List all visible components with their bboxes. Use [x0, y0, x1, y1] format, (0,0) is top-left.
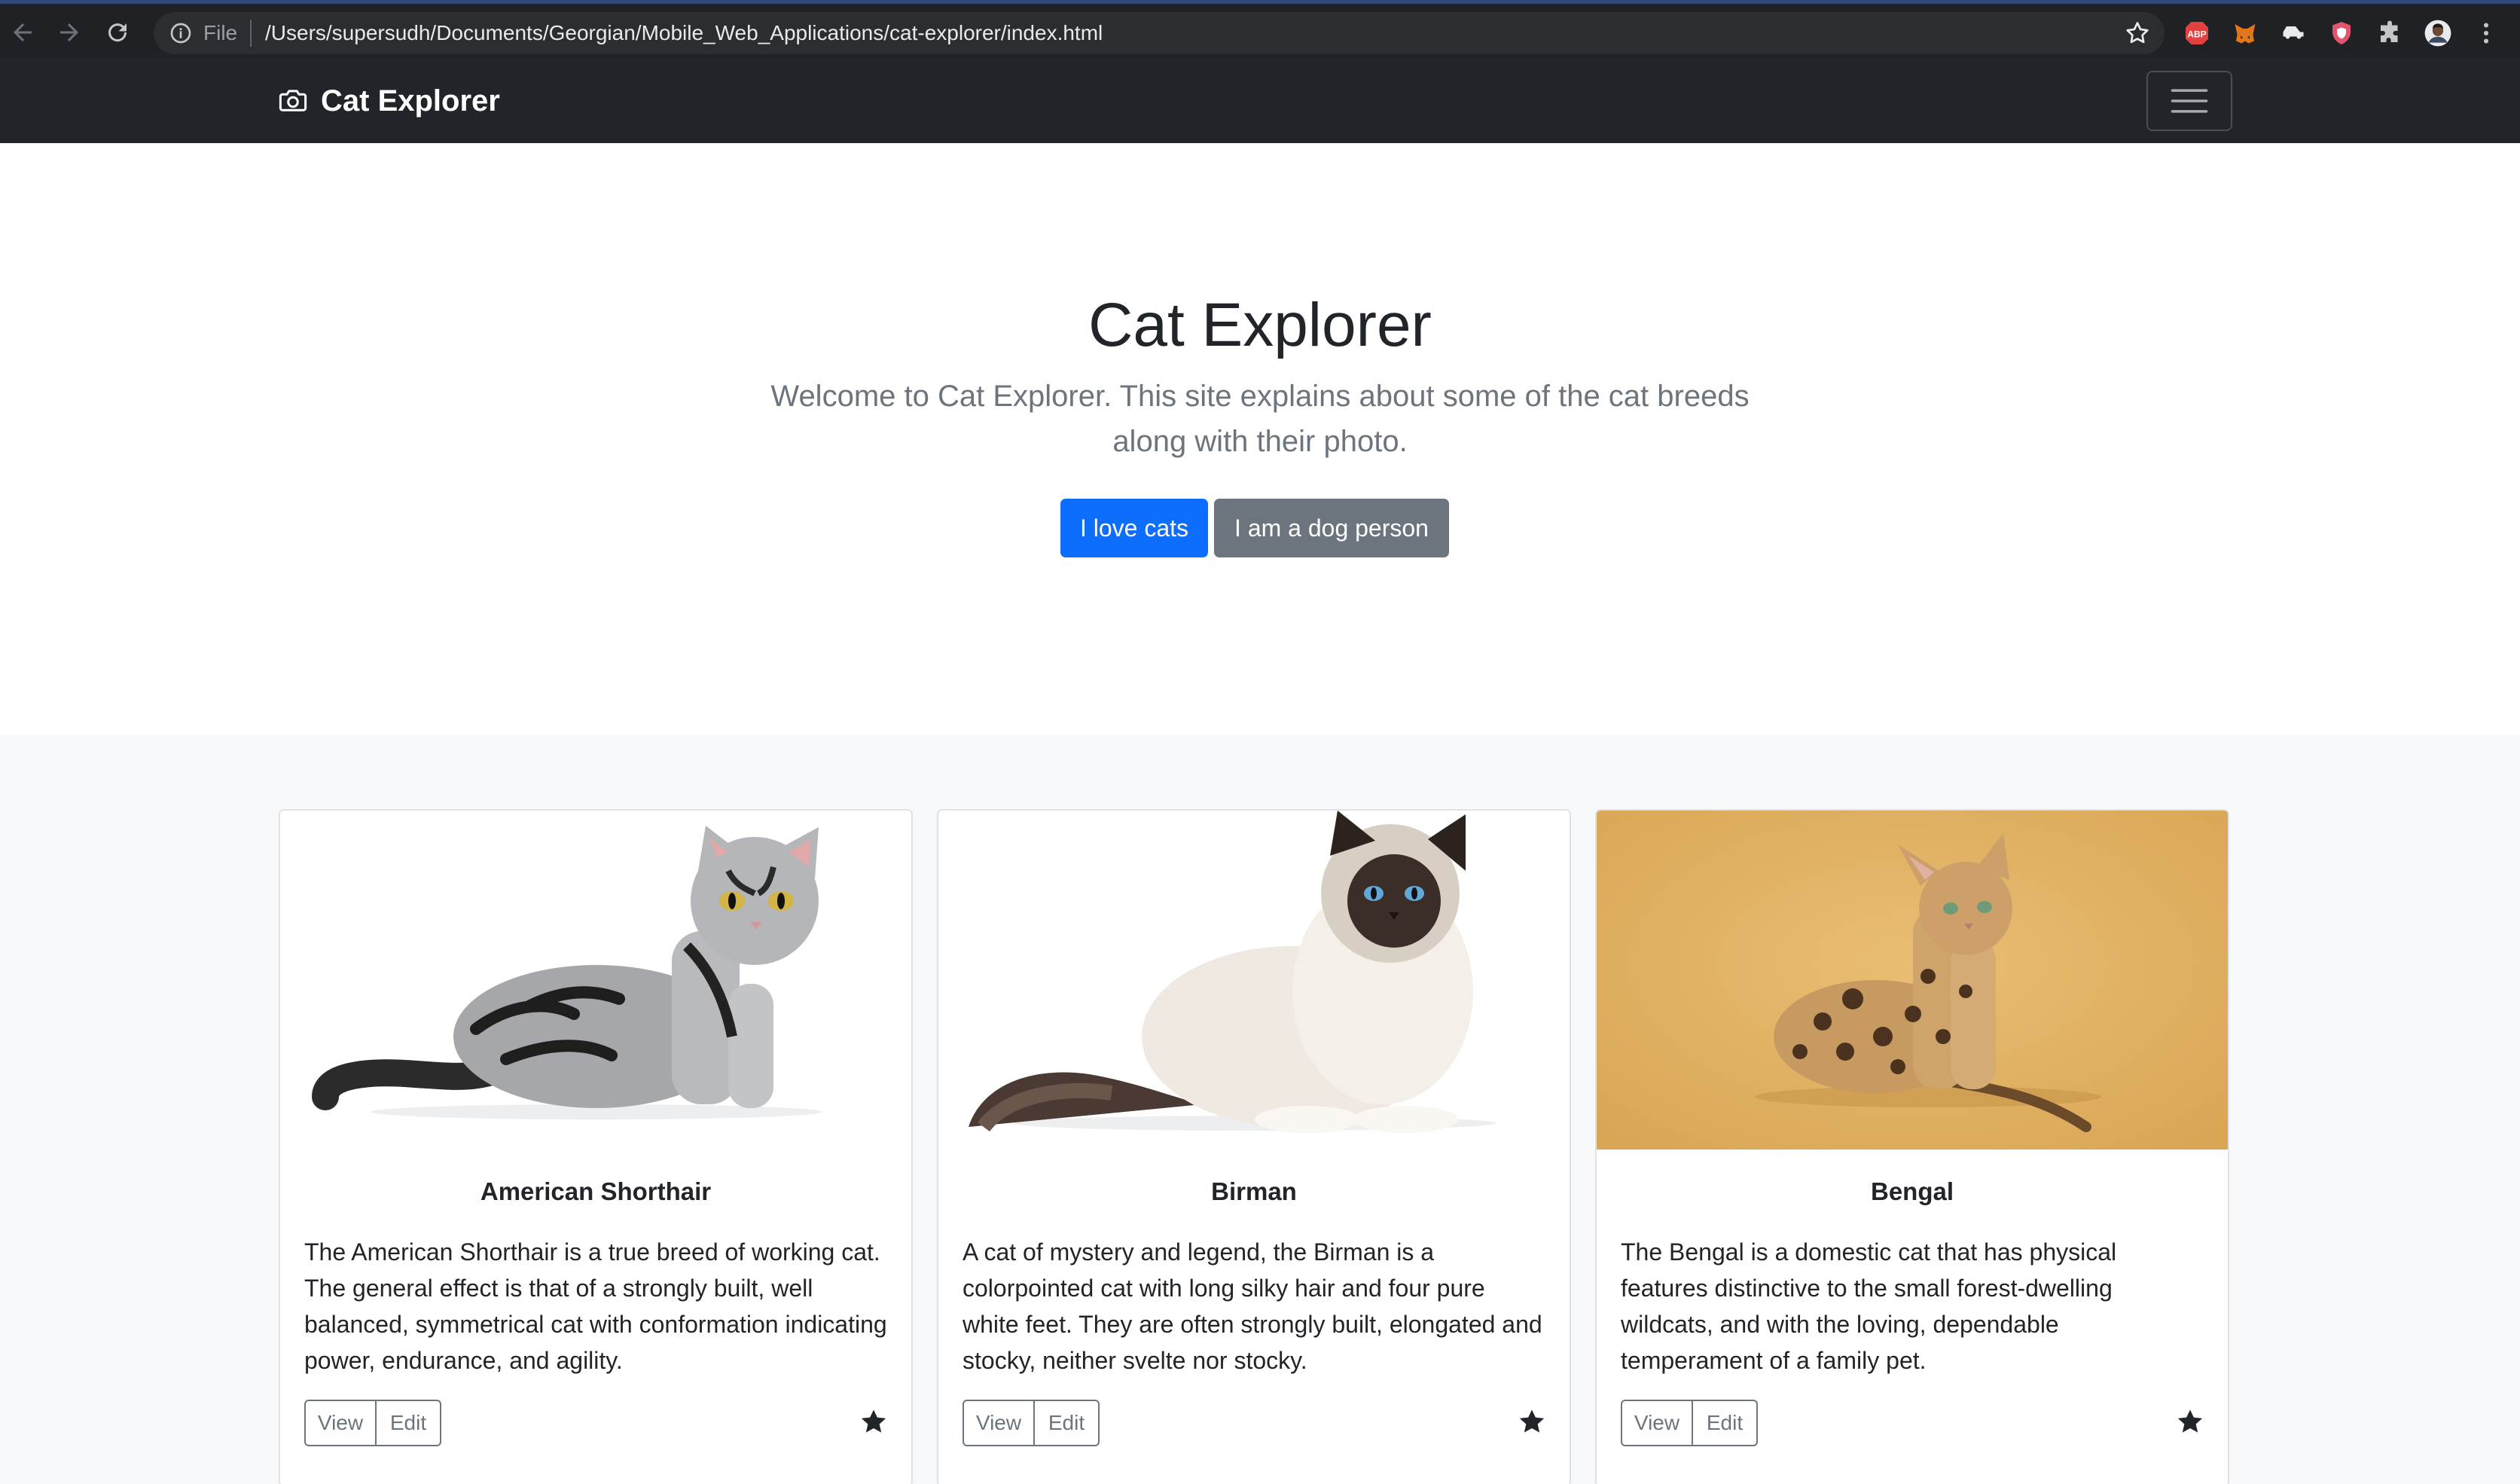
edit-button[interactable]: Edit	[377, 1400, 441, 1446]
card-text: The Bengal is a domestic cat that has ph…	[1621, 1238, 2117, 1374]
view-button[interactable]: View	[1621, 1400, 1693, 1446]
cat-image-bengal	[1597, 811, 2228, 1150]
card-text: A cat of mystery and legend, the Birman …	[963, 1238, 1542, 1374]
navbar-brand[interactable]: Cat Explorer	[277, 81, 500, 121]
view-button[interactable]: View	[304, 1400, 377, 1446]
hero-title: Cat Explorer	[1088, 291, 1432, 359]
navbar-toggler-button[interactable]	[2146, 71, 2232, 131]
card-title: Bengal	[1870, 1177, 1954, 1205]
card-american-shorthair: American Shorthair The American Shorthai…	[279, 809, 913, 1484]
card-title: American Shorthair	[480, 1177, 712, 1205]
star-icon[interactable]	[1517, 1407, 1547, 1437]
edit-button[interactable]: Edit	[1035, 1400, 1100, 1446]
card-text: The American Shorthair is a true breed o…	[304, 1238, 887, 1374]
card-birman: Birman A cat of mystery and legend, the …	[937, 809, 1571, 1484]
album-section: American Shorthair The American Shorthai…	[0, 735, 2520, 1484]
card-button-group: View Edit	[1621, 1400, 1758, 1446]
card-bengal: Bengal The Bengal is a domestic cat that…	[1595, 809, 2229, 1484]
url-text[interactable]: /Users/supersudh/Documents/Georgian/Mobi…	[265, 21, 1103, 45]
abp-label: ABP	[2187, 29, 2206, 39]
star-icon[interactable]	[859, 1407, 889, 1437]
card-button-group: View Edit	[304, 1400, 441, 1446]
card-title: Birman	[1211, 1177, 1297, 1205]
site-navbar: Cat Explorer	[0, 59, 2520, 143]
cat-image-birman	[938, 811, 1570, 1150]
forward-button[interactable]	[51, 14, 87, 50]
info-icon[interactable]	[169, 21, 193, 45]
camera-icon	[279, 90, 307, 111]
abp-icon[interactable]: ABP	[2183, 19, 2211, 47]
brand-name: Cat Explorer	[321, 84, 500, 118]
url-divider	[250, 20, 252, 47]
dog-person-button[interactable]: I am a dog person	[1214, 499, 1449, 557]
puzzle-icon[interactable]	[2375, 19, 2404, 47]
hero-lead: Welcome to Cat Explorer. This site expla…	[770, 380, 1750, 458]
cat-image-american-shorthair	[280, 811, 911, 1150]
metamask-icon[interactable]	[2231, 19, 2259, 47]
forward-arrow-icon	[60, 23, 78, 41]
car-icon[interactable]	[2279, 19, 2308, 47]
view-button[interactable]: View	[963, 1400, 1035, 1446]
reload-icon	[108, 23, 127, 42]
bookmark-star-icon[interactable]	[2124, 20, 2151, 47]
card-button-group: View Edit	[963, 1400, 1100, 1446]
shield-icon[interactable]	[2327, 19, 2356, 47]
hero-section: Cat Explorer Welcome to Cat Explorer. Th…	[0, 143, 2520, 735]
hamburger-menu-icon	[2171, 89, 2208, 113]
profile-avatar[interactable]	[2424, 19, 2452, 47]
reload-button[interactable]	[99, 14, 136, 50]
address-bar[interactable]: File /Users/supersudh/Documents/Georgian…	[154, 12, 2165, 54]
more-icon[interactable]	[2472, 19, 2500, 47]
edit-button[interactable]: Edit	[1693, 1400, 1758, 1446]
url-scheme-label: File	[203, 21, 238, 44]
star-icon[interactable]	[2175, 1407, 2205, 1437]
back-arrow-icon	[14, 23, 32, 41]
browser-toolbar: File /Users/supersudh/Documents/Georgian…	[0, 0, 2520, 59]
back-button[interactable]	[5, 14, 41, 50]
love-cats-button[interactable]: I love cats	[1060, 499, 1208, 557]
